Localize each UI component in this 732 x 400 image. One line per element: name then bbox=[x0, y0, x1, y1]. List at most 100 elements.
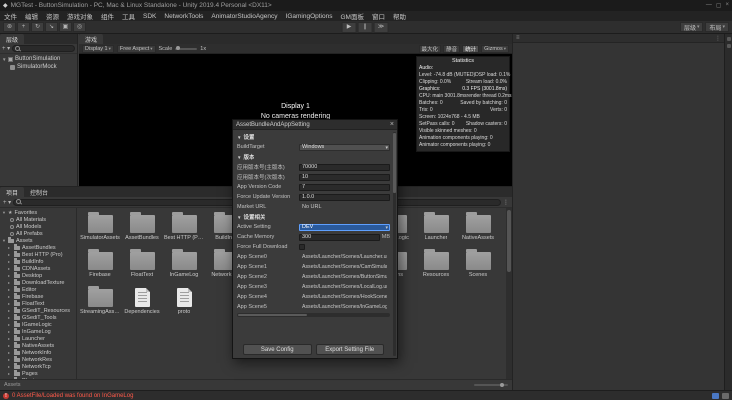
icon-size-slider[interactable] bbox=[474, 382, 508, 387]
settings-row[interactable]: ▼ App Scene0 Assets/Launcher/Scenes/Laun… bbox=[237, 252, 390, 262]
tree-folder-row[interactable]: ▸ Firebase bbox=[0, 293, 76, 300]
foldout-icon[interactable]: ▸ bbox=[8, 266, 12, 271]
menu-item[interactable]: 游戏对象 bbox=[63, 11, 97, 21]
asset-item[interactable]: NativeAssets bbox=[457, 211, 499, 248]
scene-row[interactable]: ▼ ButtonSimulation bbox=[0, 55, 77, 63]
aspect-dropdown[interactable]: Free Aspect bbox=[116, 44, 156, 53]
favorites-header[interactable]: ▼ ★ Favorites bbox=[0, 209, 76, 216]
layout-dropdown[interactable]: 布局 bbox=[705, 22, 729, 32]
settings-value-field[interactable]: DEV bbox=[299, 223, 390, 231]
favorite-item[interactable]: All Prefabs bbox=[0, 230, 76, 237]
tool-button[interactable]: + bbox=[17, 22, 30, 32]
settings-row[interactable]: ▼ Force Full Download bbox=[237, 242, 390, 252]
foldout-icon[interactable]: ▸ bbox=[8, 294, 12, 299]
settings-scrollbar[interactable] bbox=[393, 132, 396, 356]
status-error-message[interactable]: 0 AssetFile/Loaded was found on InGameLo… bbox=[12, 393, 133, 399]
horizontal-scrollbar-thumb[interactable] bbox=[238, 314, 307, 316]
panel-options-icon[interactable]: ⋮ bbox=[503, 199, 509, 206]
menu-item[interactable]: 编辑 bbox=[21, 11, 42, 21]
settings-value-field[interactable]: 7 bbox=[299, 183, 390, 191]
close-icon[interactable]: × bbox=[725, 2, 729, 9]
strip-icon[interactable] bbox=[726, 44, 731, 48]
foldout-icon[interactable]: ▼ bbox=[2, 238, 6, 243]
create-asset-button[interactable]: + ▾ bbox=[3, 199, 11, 206]
settings-value-field[interactable]: 10 bbox=[299, 173, 390, 181]
tool-button[interactable]: ↘ bbox=[45, 22, 58, 32]
menu-item[interactable]: 窗口 bbox=[368, 11, 389, 21]
settings-row[interactable]: ▼ 设置相关 bbox=[237, 212, 390, 222]
menu-item[interactable]: 工具 bbox=[118, 11, 139, 21]
tree-folder-row[interactable]: ▸ IGameLogic bbox=[0, 321, 76, 328]
asset-item[interactable]: Firebase bbox=[79, 248, 121, 285]
settings-value-field[interactable]: Assets/Launcher/Scenes/ButtonSimulation.… bbox=[299, 274, 390, 281]
settings-row[interactable]: ▼ App Scene5 Assets/Launcher/Scenes/InGa… bbox=[237, 302, 390, 312]
tree-folder-row[interactable]: ▸ Editor bbox=[0, 286, 76, 293]
play-button[interactable]: ▶ bbox=[341, 21, 357, 33]
layers-dropdown[interactable]: 层级 bbox=[679, 22, 704, 32]
tree-folder-row[interactable]: ▸ InGameLog bbox=[0, 328, 76, 335]
foldout-icon[interactable]: ▼ bbox=[2, 57, 6, 62]
foldout-icon[interactable]: ▸ bbox=[8, 336, 12, 341]
project-tab[interactable]: 控制台 bbox=[24, 187, 54, 197]
settings-row[interactable]: ▼ App Version Code 7 bbox=[237, 182, 390, 192]
gameobject-row[interactable]: SimulatorMock bbox=[0, 63, 77, 71]
menu-item[interactable]: IGamingOptions bbox=[282, 13, 337, 20]
minimize-icon[interactable]: — bbox=[706, 2, 712, 9]
asset-item[interactable]: Scenes bbox=[457, 248, 499, 285]
settings-window-titlebar[interactable]: AssetBundleAndAppSetting × bbox=[233, 120, 397, 130]
tree-folder-row[interactable]: ▸ CDNAssets bbox=[0, 265, 76, 272]
foldout-icon[interactable]: ▸ bbox=[8, 280, 12, 285]
icon-size-thumb[interactable] bbox=[500, 382, 504, 387]
asset-item[interactable]: SimulatorAssets bbox=[79, 211, 121, 248]
foldout-icon[interactable]: ▸ bbox=[8, 329, 12, 334]
foldout-icon[interactable]: ▼ bbox=[237, 135, 241, 140]
maximize-on-play-button[interactable]: 最大化 bbox=[418, 44, 442, 53]
settings-row[interactable]: ▼ 设置 bbox=[237, 132, 390, 142]
tree-folder-row[interactable]: ▸ Launcher bbox=[0, 335, 76, 342]
tree-folder-row[interactable]: ▸ DownloadTexture bbox=[0, 279, 76, 286]
tool-button[interactable]: ↻ bbox=[31, 22, 44, 32]
menu-item[interactable]: NetworkTools bbox=[160, 13, 207, 20]
drag-handle-icon[interactable]: ≡ bbox=[516, 35, 520, 41]
settings-value-field[interactable]: Assets/Launcher/Scenes/InGameLog.unity bbox=[299, 304, 390, 311]
tree-folder-row[interactable]: ▸ Best HTTP (Pro) bbox=[0, 251, 76, 258]
menu-item[interactable]: 帮助 bbox=[389, 11, 410, 21]
foldout-icon[interactable]: ▼ bbox=[2, 210, 6, 215]
hierarchy-search[interactable] bbox=[12, 45, 75, 52]
asset-item[interactable]: StreamingAssets bbox=[79, 285, 121, 322]
tree-folder-row[interactable]: ▸ FloatText bbox=[0, 300, 76, 307]
close-icon[interactable]: × bbox=[390, 121, 394, 128]
pause-button[interactable]: ∥ bbox=[357, 21, 373, 33]
stats-button[interactable]: 统计 bbox=[462, 44, 480, 53]
activity-icon[interactable] bbox=[712, 392, 719, 399]
settings-row[interactable]: ▼ App Scene1 Assets/Launcher/Scenes/CamS… bbox=[237, 262, 390, 272]
settings-row[interactable]: ▼ App Scene3 Assets/Launcher/Scenes/Loca… bbox=[237, 282, 390, 292]
settings-value-field[interactable]: 1.0.0 bbox=[299, 193, 390, 201]
foldout-icon[interactable]: ▸ bbox=[8, 287, 12, 292]
foldout-icon[interactable]: ▸ bbox=[8, 343, 12, 348]
scale-slider-thumb[interactable] bbox=[176, 46, 181, 50]
scale-slider[interactable] bbox=[175, 46, 198, 50]
menu-item[interactable]: AnimatorStudioAgency bbox=[207, 13, 281, 20]
asset-item[interactable]: Resources bbox=[415, 248, 457, 285]
grid-scrollbar-thumb[interactable] bbox=[507, 210, 511, 272]
mute-audio-button[interactable]: 静音 bbox=[443, 44, 461, 53]
menu-item[interactable]: SDK bbox=[139, 13, 160, 20]
tree-folder-row[interactable]: ▸ Pages bbox=[0, 370, 76, 377]
tree-folder-row[interactable]: ▸ NetworkRes bbox=[0, 356, 76, 363]
menu-item[interactable]: 文件 bbox=[0, 11, 21, 21]
asset-item[interactable]: proto bbox=[163, 285, 205, 322]
favorite-item[interactable]: All Materials bbox=[0, 216, 76, 223]
asset-item[interactable]: Launcher bbox=[415, 211, 457, 248]
tree-folder-row[interactable]: ▸ AssetBundles bbox=[0, 244, 76, 251]
foldout-icon[interactable]: ▸ bbox=[8, 315, 12, 320]
tool-button[interactable]: ⊛ bbox=[3, 22, 16, 32]
tree-folder-row[interactable]: ▸ GSediT_Tools bbox=[0, 314, 76, 321]
settings-value-field[interactable]: 300 bbox=[299, 233, 380, 241]
error-icon[interactable]: ! bbox=[3, 392, 9, 399]
settings-value-field[interactable]: Windows bbox=[299, 143, 390, 151]
assets-root[interactable]: ▼ Assets bbox=[0, 237, 76, 244]
tab-hierarchy[interactable]: 层级 bbox=[0, 34, 25, 44]
settings-scrollbar-thumb[interactable] bbox=[393, 133, 396, 193]
project-tab[interactable]: 项目 bbox=[0, 187, 25, 197]
